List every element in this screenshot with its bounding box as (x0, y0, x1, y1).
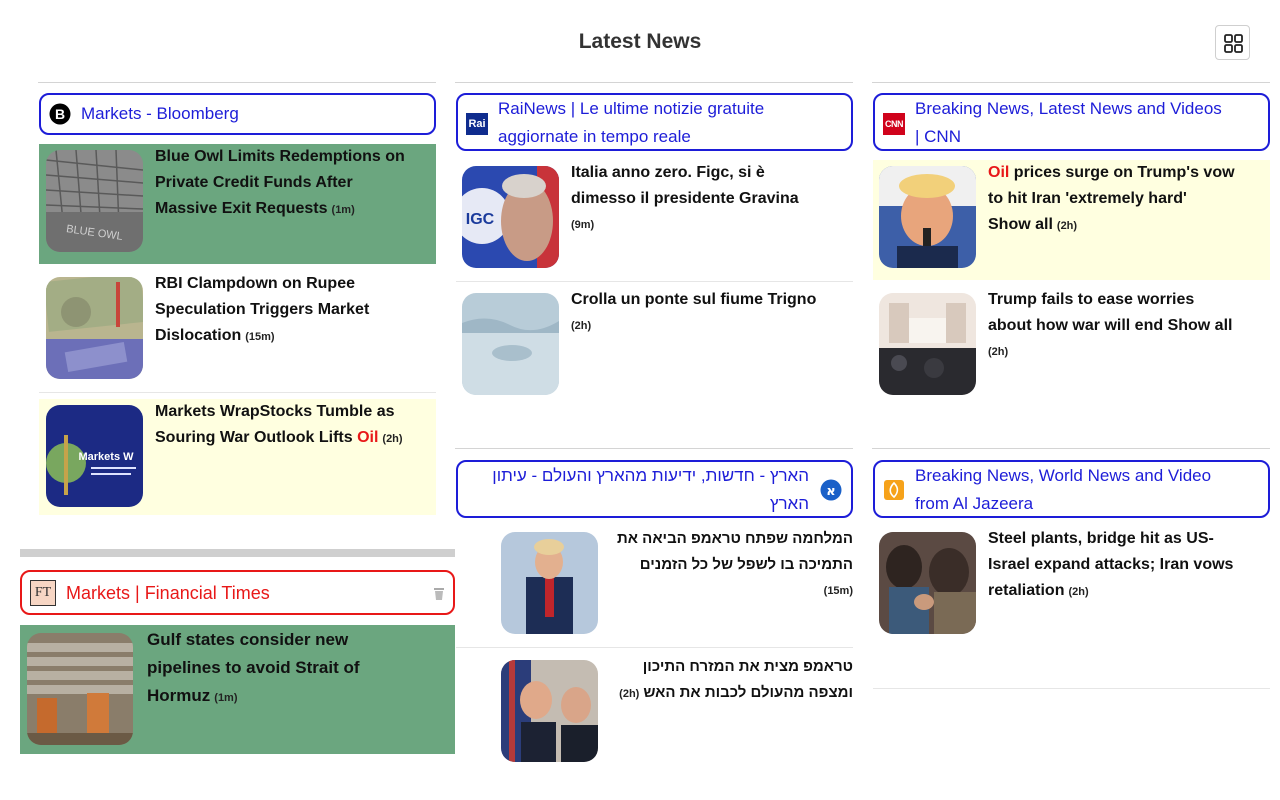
article-thumbnail (462, 293, 559, 395)
column-divider[interactable] (20, 549, 455, 557)
article-age: (2h) (1056, 220, 1078, 232)
keyword-highlight: Oil (357, 429, 379, 446)
article-headline[interactable]: Oil prices surge on Trump's vow to hit I… (988, 160, 1263, 239)
article-thumbnail (879, 532, 976, 634)
article-age: (15m) (823, 585, 853, 597)
source-name: RaiNews | Le ultime notizie gratuite aggi… (498, 99, 765, 146)
ft-logo-icon: FT (30, 580, 56, 606)
page-title: Latest News (578, 30, 702, 53)
haaretz-logo-icon: א (820, 479, 842, 501)
article-age: (2h) (619, 688, 640, 700)
source-header-aljazeera[interactable]: Breaking News, World News and Video from … (873, 460, 1270, 518)
article-age: (1m) (331, 204, 355, 216)
bloomberg-logo-icon: B (49, 103, 71, 125)
article-thumbnail (46, 277, 143, 379)
article-card[interactable]: Crolla un ponte sul fiume Trigno (2h) (456, 287, 853, 401)
article-thumbnail (879, 166, 976, 268)
article-age: (2h) (382, 433, 403, 445)
source-name: Breaking News, World News and Video from … (915, 466, 1212, 513)
article-headline[interactable]: המלחמה שפתח טראמפ הביאה את התמיכה בו לשפ… (613, 526, 853, 604)
article-age: (2h) (571, 320, 592, 332)
source-name: Markets | Financial Times (66, 583, 270, 603)
article-card[interactable]: IGC Italia anno zero. Figc, si è dimesso… (456, 160, 853, 282)
article-age: (15m) (245, 331, 275, 343)
article-age: (1m) (214, 692, 238, 704)
source-name: Breaking News, Latest News and Videos | C… (915, 99, 1222, 146)
article-card[interactable]: Steel plants, bridge hit as US- Israel e… (873, 526, 1270, 689)
column-rule (872, 82, 1270, 83)
column-rule (455, 448, 853, 449)
article-headline[interactable]: Trump fails to ease worries about how wa… (988, 287, 1263, 365)
article-card[interactable]: Oil prices surge on Trump's vow to hit I… (873, 160, 1270, 280)
article-thumbnail (879, 293, 976, 395)
aljazeera-logo-icon (884, 480, 904, 500)
article-card[interactable]: BLUE OWL Blue Owl Limits Redemptions on … (39, 144, 436, 264)
article-age: (2h) (988, 346, 1009, 358)
column-rule (455, 82, 853, 83)
source-header-rainews[interactable]: Rai RaiNews | Le ultime notizie gratuite… (456, 93, 853, 151)
article-age: (9m) (571, 219, 595, 231)
trash-icon[interactable] (433, 587, 445, 601)
grid-icon (1224, 34, 1243, 53)
article-headline[interactable]: Markets WrapStocks Tumble as Souring War… (155, 399, 430, 452)
article-headline[interactable]: Blue Owl Limits Redemptions on Private C… (155, 144, 430, 223)
svg-text:IGC: IGC (466, 211, 495, 228)
article-thumbnail: Markets W (46, 405, 143, 507)
article-headline[interactable]: Gulf states consider new pipelines to av… (147, 626, 447, 712)
article-headline[interactable]: RBI Clampdown on Rupee Speculation Trigg… (155, 271, 430, 350)
article-card[interactable]: Markets W Markets WrapStocks Tumble as S… (39, 399, 436, 515)
article-card[interactable]: המלחמה שפתח טראמפ הביאה את התמיכה בו לשפ… (456, 526, 853, 648)
svg-text:B: B (55, 106, 65, 122)
article-thumbnail (501, 532, 598, 634)
article-headline[interactable]: Italia anno zero. Figc, si è dimesso il … (571, 160, 846, 238)
article-card[interactable]: Trump fails to ease worries about how wa… (873, 287, 1270, 401)
article-card[interactable]: RBI Clampdown on Rupee Speculation Trigg… (39, 271, 436, 393)
article-headline[interactable]: Steel plants, bridge hit as US- Israel e… (988, 526, 1263, 605)
keyword-highlight: Oil (988, 164, 1010, 181)
article-headline[interactable]: טראמפ מצית את המזרח התיכון ומצפה מהעולם … (613, 654, 853, 707)
article-card[interactable]: Gulf states consider new pipelines to av… (20, 625, 455, 754)
article-thumbnail (501, 660, 598, 762)
cnn-logo-icon: CNN (883, 113, 905, 135)
article-card[interactable]: טראמפ מצית את המזרח התיכון ומצפה מהעולם … (456, 654, 853, 768)
rai-logo-icon: Rai (466, 113, 488, 135)
column-rule (872, 448, 1270, 449)
grid-view-button[interactable] (1215, 25, 1250, 60)
source-header-haaretz[interactable]: א הארץ - חדשות, ידיעות מהארץ והעולם - עי… (456, 460, 853, 518)
article-thumbnail (27, 633, 133, 745)
source-header-bloomberg[interactable]: B Markets - Bloomberg (39, 93, 436, 135)
svg-text:Markets W: Markets W (78, 451, 134, 463)
source-name: Markets - Bloomberg (81, 104, 239, 123)
column-rule (38, 82, 436, 83)
article-age: (2h) (1068, 586, 1089, 598)
source-header-cnn[interactable]: CNN Breaking News, Latest News and Video… (873, 93, 1270, 151)
source-header-ft[interactable]: FT Markets | Financial Times (20, 570, 455, 615)
svg-text:א: א (826, 484, 835, 499)
article-headline[interactable]: Crolla un ponte sul fiume Trigno (2h) (571, 287, 846, 339)
article-thumbnail: IGC (462, 166, 559, 268)
article-thumbnail: BLUE OWL (46, 150, 143, 252)
source-name: הארץ - חדשות, ידיעות מהארץ והעולם - עיתו… (492, 466, 809, 513)
